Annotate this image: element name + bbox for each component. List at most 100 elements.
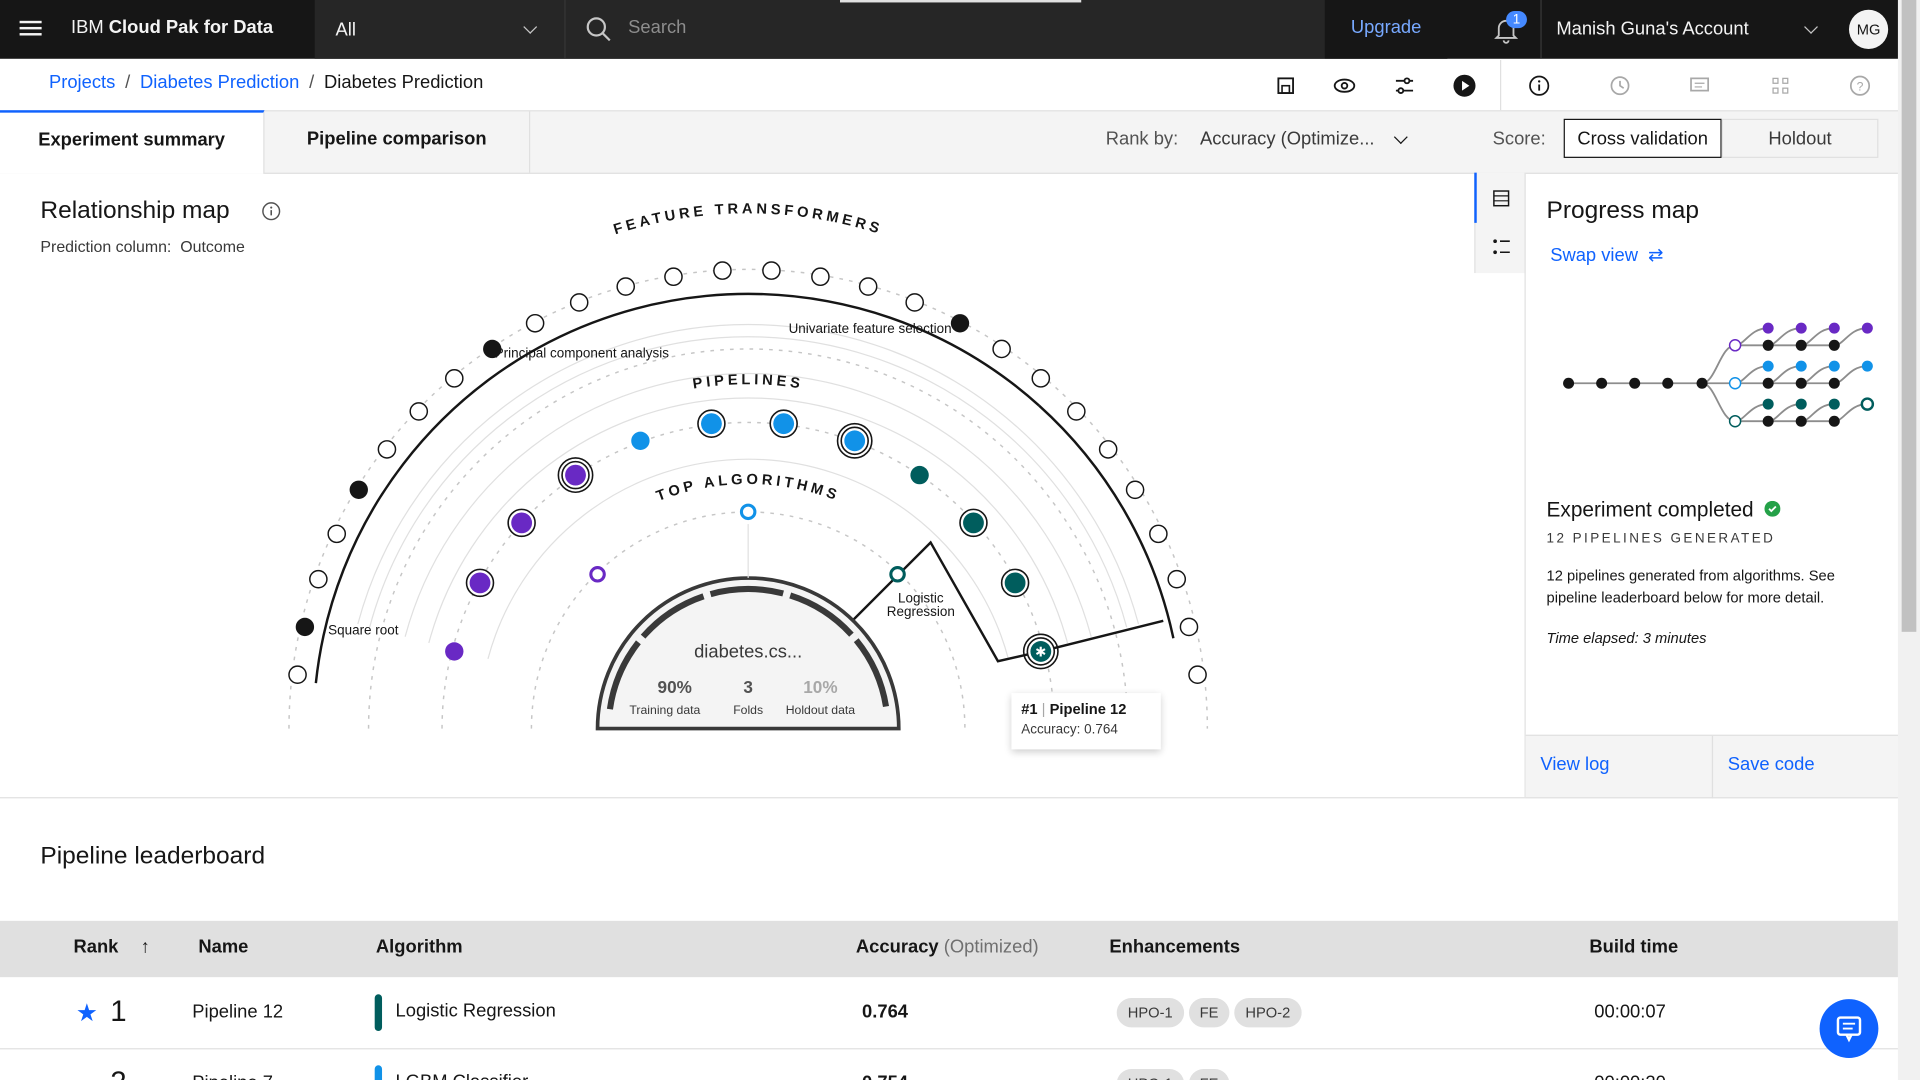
progress-edge: [1801, 327, 1835, 347]
score-holdout[interactable]: Holdout: [1721, 118, 1879, 158]
progress-node: [1563, 377, 1575, 389]
svg-text:?: ?: [1857, 80, 1864, 94]
experiment-status: Experiment completed: [1547, 498, 1781, 522]
breadcrumb-projects[interactable]: Projects: [49, 72, 115, 93]
pipeline-node: [773, 413, 795, 435]
progress-node: [1662, 377, 1674, 389]
brand[interactable]: IBM Cloud Pak for Data: [71, 17, 273, 38]
transformer-node-selected: [349, 480, 368, 499]
swap-icon: ⇄: [1648, 244, 1664, 266]
column-name[interactable]: Name: [198, 937, 248, 958]
comment-icon[interactable]: [1687, 73, 1711, 97]
algorithm: Logistic Regression: [395, 1000, 556, 1022]
rank-by-label: Rank by:: [1105, 128, 1179, 150]
accuracy: 0.764: [862, 1001, 909, 1023]
pipeline-node: [511, 512, 533, 534]
transformer-label-ufs: Univariate feature selection: [789, 321, 952, 336]
rank-by-dropdown[interactable]: Accuracy (Optimize...: [1200, 129, 1375, 150]
history-icon[interactable]: [1608, 73, 1632, 97]
progress-node: [1828, 339, 1840, 351]
build-time: 00:00:20: [1594, 1073, 1665, 1080]
pipeline-name[interactable]: Pipeline 7: [192, 1073, 273, 1080]
progress-node: [1762, 398, 1774, 410]
transformer-node: [762, 261, 781, 280]
transformer-node: [327, 524, 347, 544]
enhancement-tag: FE: [1188, 1068, 1230, 1080]
upgrade-link[interactable]: Upgrade: [1324, 0, 1448, 59]
score-label: Score:: [1492, 128, 1546, 150]
progress-node: [1861, 322, 1873, 334]
run-icon[interactable]: [1452, 73, 1476, 97]
pipeline-node: [844, 430, 866, 452]
scrollbar-thumb[interactable]: [1901, 0, 1917, 632]
swap-view-link[interactable]: Swap view ⇄: [1550, 244, 1663, 266]
scope-dropdown[interactable]: All: [314, 0, 566, 59]
account-switcher[interactable]: Manish Guna's Account: [1540, 0, 1838, 59]
view-icon[interactable]: [1332, 73, 1356, 97]
transformer-node: [525, 313, 545, 333]
column-enhancements[interactable]: Enhancements: [1109, 937, 1240, 958]
pipeline-node: [445, 642, 464, 661]
progress-node: [1629, 377, 1641, 389]
pipeline-node: [1004, 572, 1026, 594]
chat-button[interactable]: [1819, 999, 1879, 1058]
ring-label-feature: FEATURE TRANSFORMERS: [612, 201, 885, 238]
table-row[interactable]: ★ 1 Pipeline 12 Logistic Regression 0.764 HPO…: [0, 978, 1898, 1050]
progress-map: [1563, 322, 1875, 428]
column-accuracy[interactable]: Accuracy (Optimized): [856, 937, 1039, 958]
save-icon[interactable]: [1273, 73, 1297, 97]
tab-pipeline-comparison[interactable]: Pipeline comparison: [264, 111, 531, 173]
view-toggle: [1474, 172, 1526, 274]
hub-folds-label: Folds: [733, 703, 763, 717]
progress-node: [1728, 377, 1742, 390]
progress-node: [1795, 415, 1807, 427]
hub-training-value: 90%: [658, 677, 692, 697]
pipeline-node: [565, 464, 586, 486]
list-view-icon[interactable]: [1491, 189, 1511, 209]
time-elapsed: Time elapsed: 3 minutes: [1546, 629, 1707, 647]
rank: 1: [110, 995, 127, 1029]
transformer-node: [992, 339, 1011, 359]
progress-list-icon[interactable]: [1491, 238, 1511, 258]
save-code-link[interactable]: Save code: [1728, 754, 1815, 775]
breadcrumb-project[interactable]: Diabetes Prediction: [140, 72, 299, 93]
settings-sliders-icon[interactable]: [1392, 73, 1416, 97]
score-cross-validation[interactable]: Cross validation: [1563, 118, 1722, 158]
progress-edge: [1801, 403, 1835, 423]
enhancement-tag: HPO-1: [1116, 1068, 1184, 1080]
progress-edge: [1768, 365, 1802, 385]
column-build-time[interactable]: Build time: [1589, 937, 1678, 958]
transformer-node-selected: [295, 617, 315, 637]
tab-experiment-summary[interactable]: Experiment summary: [0, 110, 265, 174]
progress-node: [1762, 415, 1774, 427]
pipelines-count: 12 PIPELINES GENERATED: [1546, 531, 1776, 547]
progress-node: [1861, 360, 1873, 372]
avatar[interactable]: MG: [1848, 9, 1889, 49]
progress-node: [1762, 360, 1774, 372]
transformer-node: [409, 402, 429, 421]
breadcrumb-current: Diabetes Prediction: [324, 72, 484, 94]
progress-node: [1795, 360, 1807, 372]
transformer-node: [444, 369, 464, 388]
pipeline-node: [469, 572, 491, 594]
ring-label-algorithms: TOP ALGORITHMS: [654, 472, 842, 505]
search-input[interactable]: Search: [565, 0, 1325, 59]
transformer-node: [288, 665, 307, 685]
table-row[interactable]: 2 Pipeline 7 LGBM Classifier 0.754 HPO-1 FE 00…: [0, 1049, 1898, 1080]
transformer-node: [1167, 569, 1187, 589]
progress-node: [1728, 339, 1742, 352]
apps-icon[interactable]: [1768, 73, 1792, 97]
progress-panel: Progress map Swap view ⇄ Experiment comp…: [1524, 172, 1900, 799]
help-icon[interactable]: ?: [1848, 73, 1872, 97]
transformer-node: [905, 293, 925, 312]
pipeline-node: [631, 431, 650, 451]
progress-node: [1795, 339, 1807, 351]
info-icon[interactable]: [1527, 73, 1551, 97]
menu-icon[interactable]: [19, 18, 42, 40]
pipeline-name[interactable]: Pipeline 12: [192, 1002, 283, 1023]
progress-description: 12 pipelines generated from algorithms. …: [1546, 566, 1835, 607]
column-algorithm[interactable]: Algorithm: [376, 937, 463, 958]
column-rank[interactable]: Rank ↑: [73, 937, 149, 958]
progress-edge: [1834, 365, 1868, 385]
view-log-link[interactable]: View log: [1540, 754, 1609, 775]
